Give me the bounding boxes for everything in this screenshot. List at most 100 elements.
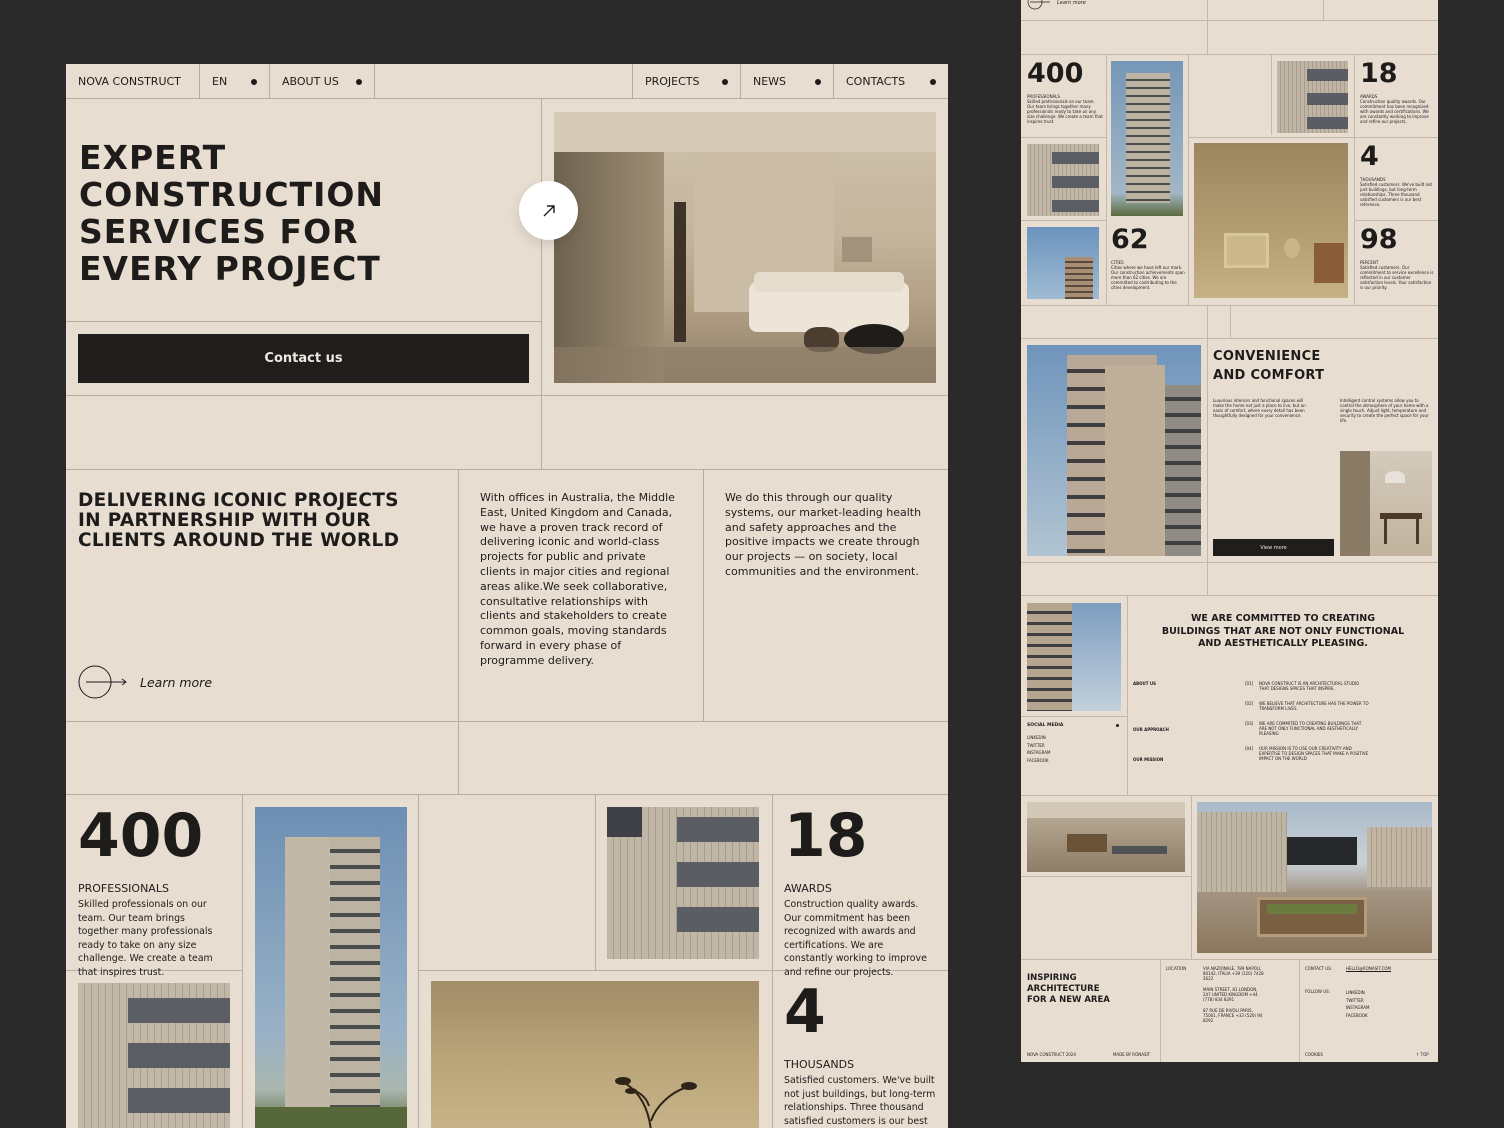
stat-text: Skilled professionals on our team. Our t… (78, 899, 213, 978)
comfort-heading: CONVENIENCE AND COMFORT (1213, 347, 1324, 385)
nav-contacts-label: CONTACTS (846, 75, 906, 88)
hero-title: EXPERT CONSTRUCTION SERVICES FOR EVERY P… (79, 139, 519, 287)
circle-arrow-icon (1027, 0, 1050, 10)
commit-heading-line: AND AESTHETICALLY PLEASING. (1198, 638, 1368, 649)
commit-item: [02] WE BELIEVE THAT ARCHITECTURE HAS THE… (1245, 701, 1370, 711)
about-col-1: With offices in Australia, the Middle Ea… (480, 491, 675, 667)
our-mission-label: OUR MISSION (1133, 757, 1164, 762)
commit-heading-line: WE ARE COMMITTED TO CREATING (1190, 613, 1376, 624)
footer-link-linkedin[interactable]: LINKEDIN (1346, 989, 1369, 997)
stat-text: Construction quality awards. Our commitm… (784, 899, 927, 978)
social-link-instagram[interactable]: INSTAGRAM (1027, 749, 1050, 757)
nav-news[interactable]: NEWS (741, 64, 834, 99)
tower-photo (255, 807, 407, 1128)
copyright: NOVA CONSTRUCT 2024 (1027, 1052, 1076, 1057)
hero-interior-photo (554, 112, 936, 383)
mini-stat-number: 4 (1360, 141, 1379, 172)
item-text: NOVA CONSTRUCT IS AN ARCHITECTURAL STUDI… (1259, 681, 1360, 691)
lang-label: EN (212, 75, 228, 88)
dining-room-photo (1340, 451, 1432, 556)
nav-contacts[interactable]: CONTACTS (834, 64, 948, 99)
mini-stat-number: 62 (1111, 224, 1149, 255)
dot-icon (1116, 724, 1119, 727)
arrow-link-button[interactable] (519, 181, 578, 240)
balcony-photo (78, 983, 230, 1128)
stat-label: AWARDS (784, 882, 832, 895)
commit-items: [01] NOVA CONSTRUCT IS AN ARCHITECTURAL S… (1245, 681, 1370, 761)
mini-plant-room-photo (1194, 143, 1348, 298)
contact-us-label: CONTACT US: (1305, 966, 1333, 971)
address-block: VIA NAZIONALE, 789 NAPOLI, 80142, ITALIA… (1203, 966, 1265, 1023)
view-more-button[interactable]: View more (1213, 539, 1334, 556)
nav-projects[interactable]: PROJECTS (632, 64, 741, 99)
stat-text: Satisfied customers. We've built not jus… (784, 1075, 936, 1127)
stat-professionals: 400 PROFESSIONALS Skilled professionals … (78, 806, 228, 979)
lang-switch[interactable]: EN (200, 64, 270, 99)
mini-stat-text: Construction quality awards. Our commitm… (1360, 99, 1429, 124)
made-by[interactable]: MADE BY RONASIT (1113, 1052, 1150, 1057)
tagline-line: FOR A NEW AREA (1027, 995, 1110, 1005)
social-link-facebook[interactable]: FACEBOOK (1027, 757, 1050, 765)
lobby-photo (1027, 802, 1185, 872)
mini-sky-tower-photo (1027, 227, 1099, 299)
address-london: MAIN STREET, 81 LONDON, 247 UNITED KINGD… (1203, 987, 1258, 1002)
about-heading-line: CLIENTS AROUND THE WORLD (78, 530, 400, 551)
dot-icon (722, 79, 728, 85)
footer-tagline: INSPIRING ARCHITECTURE FOR A NEW AREA (1027, 973, 1110, 1006)
cookies-link[interactable]: COOKIES (1305, 1052, 1323, 1057)
commit-item: [04] OUR MISSION IS TO USE OUR CREATIVITY… (1245, 746, 1370, 761)
stat-thousands: 4 THOUSANDS Satisfied customers. We've b… (784, 982, 939, 1128)
stat-label: PROFESSIONALS (78, 882, 169, 895)
mini-tower-sky-photo (1027, 603, 1121, 711)
back-to-top-link[interactable]: ↑ TOP (1416, 1052, 1429, 1057)
mini-stat-98: 98 PERCENT Satisfied customers. Our comm… (1360, 226, 1434, 291)
nav-about[interactable]: ABOUT US (270, 64, 375, 99)
footer-social-list: LINKEDIN TWITTER INSTAGRAM FACEBOOK (1346, 989, 1369, 1019)
nav-news-label: NEWS (753, 75, 787, 88)
mini-balcony-photo (1027, 144, 1099, 216)
footer-link-facebook[interactable]: FACEBOOK (1346, 1012, 1369, 1020)
learn-more-label: Learn more (140, 674, 213, 690)
mini-stat-text: Skilled professionals on our team. Our t… (1027, 99, 1103, 124)
social-link-linkedin[interactable]: LINKEDIN (1027, 734, 1050, 742)
mini-learn-more-link[interactable]: Learn more (1027, 0, 1086, 10)
view-more-label: View more (1260, 544, 1287, 551)
about-heading: DELIVERING ICONIC PROJECTS IN PARTNERSHI… (78, 491, 399, 551)
tagline-line: INSPIRING (1027, 973, 1077, 983)
plant-room-photo (431, 981, 759, 1128)
mini-stat-62: 62 CITIES Cities where we have left our … (1111, 224, 1185, 291)
dot-icon (356, 79, 362, 85)
comfort-heading-line: CONVENIENCE (1213, 349, 1321, 364)
stat-number: 4 (784, 977, 826, 1047)
preview-page: Learn more 400 PROFESSIONALS Skilled pro… (1021, 0, 1438, 1062)
learn-more-link[interactable]: Learn more (78, 664, 212, 700)
nav-projects-label: PROJECTS (645, 75, 700, 88)
item-text: OUR MISSION IS TO USE OUR CREATIVITY AND… (1259, 746, 1369, 761)
commit-heading: WE ARE COMMITTED TO CREATING BUILDINGS T… (1133, 613, 1433, 651)
hero-title-line: EXPERT (79, 138, 227, 177)
item-text: WE BELIEVE THAT ARCHITECTURE HAS THE POW… (1259, 701, 1369, 711)
nav-about-label: ABOUT US (282, 75, 339, 88)
circle-arrow-icon (78, 665, 127, 699)
dot-icon (815, 79, 821, 85)
comfort-text-a: Luxurious interiors and functional space… (1213, 398, 1306, 418)
stat-awards: 18 AWARDS Construction quality awards. O… (784, 806, 934, 979)
footer-link-instagram[interactable]: INSTAGRAM (1346, 1004, 1369, 1012)
dot-icon (251, 79, 257, 85)
stat-label: THOUSANDS (784, 1058, 855, 1071)
brand-text: NOVA CONSTRUCT (78, 75, 181, 88)
brand-logo[interactable]: NOVA CONSTRUCT (66, 64, 200, 99)
social-link-twitter[interactable]: TWITTER (1027, 742, 1050, 750)
mini-tower-photo (1111, 61, 1183, 216)
top-nav: NOVA CONSTRUCT EN ABOUT US PROJECTS NEWS… (66, 64, 948, 99)
item-number: [04] (1245, 746, 1254, 751)
our-approach-label: OUR APPROACH (1133, 727, 1169, 732)
footer-link-twitter[interactable]: TWITTER (1346, 997, 1369, 1005)
contact-us-label: Contact us (264, 351, 343, 366)
comfort-heading-line: AND COMFORT (1213, 368, 1325, 383)
mini-stat-4: 4 THOUSANDS Satisfied customers. We've b… (1360, 141, 1434, 208)
about-col-2: We do this through our quality systems, … (725, 491, 922, 578)
email-link[interactable]: HELLO@RONASIT.COM (1346, 966, 1391, 971)
contact-us-button[interactable]: Contact us (78, 334, 529, 383)
stat-number: 18 (784, 801, 868, 871)
